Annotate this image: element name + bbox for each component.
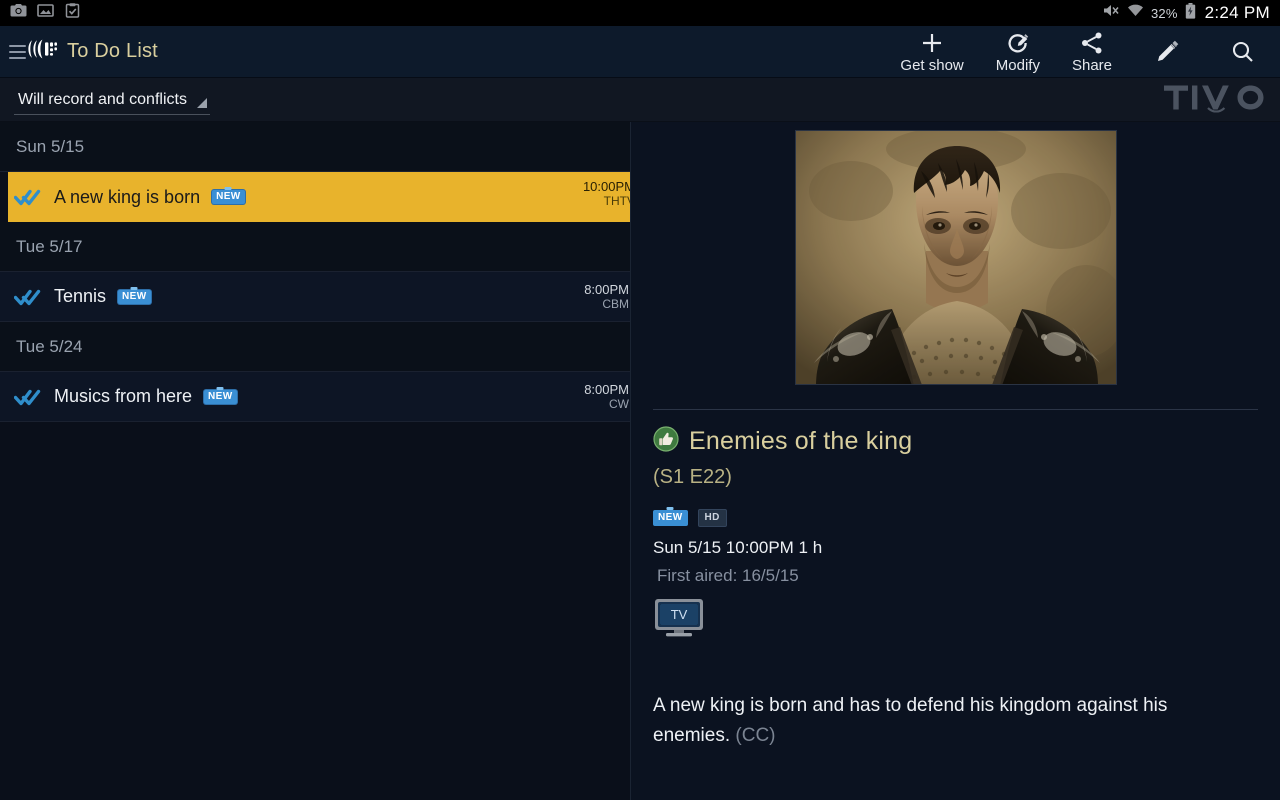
double-check-record-icon <box>14 187 48 207</box>
closed-caption-label: (CC) <box>735 725 776 746</box>
list-item-schedule: 10:00PM THTV <box>583 179 630 209</box>
modify-button[interactable]: Modify <box>980 26 1056 77</box>
image-icon <box>37 3 54 23</box>
app-action-bar: To Do List Get show Modify Share <box>0 26 1280 78</box>
double-check-record-icon <box>14 287 48 307</box>
battery-charging-icon <box>1185 2 1196 24</box>
detail-body: Enemies of the king (S1 E22) NEW HD Sun … <box>631 410 1280 643</box>
list-item[interactable]: Musics from here NEW 8:00PM CW <box>0 372 630 422</box>
plus-icon <box>919 30 945 56</box>
list-item-time: 10:00PM <box>582 179 630 194</box>
tv-monitor-icon[interactable]: TV <box>653 598 1258 643</box>
page-title: To Do List <box>67 40 158 62</box>
list-item-time: 8:00PM <box>584 381 629 397</box>
detail-description: A new king is born and has to defend his… <box>653 691 1213 751</box>
hd-badge: HD <box>697 509 727 527</box>
thumbs-up-icon[interactable] <box>653 426 679 457</box>
tivo-wordmark-logo <box>1164 82 1272 117</box>
filter-dropdown[interactable]: Will record and conflicts <box>14 91 210 115</box>
list-item-title: Tennis <box>54 286 107 306</box>
share-button[interactable]: Share <box>1056 26 1128 77</box>
wifi-icon <box>1127 3 1144 23</box>
svg-text:TV: TV <box>671 607 688 622</box>
list-item-title: Musics from here <box>54 386 193 406</box>
clipboard-check-icon <box>64 3 81 23</box>
list-item-channel: THTV <box>603 194 630 208</box>
hamburger-menu-icon[interactable] <box>6 39 26 65</box>
status-bar-system-icons: 32% 2:24 PM <box>1102 2 1270 24</box>
list-item-title: A new king is born <box>54 186 201 207</box>
warrior-in-black-armor-photo <box>794 130 1117 385</box>
detail-first-aired: First aired: 16/5/15 <box>657 566 799 585</box>
battery-percent-label: 32% <box>1150 5 1178 21</box>
main-content: Sun 5/15 A new king is born NEW 10:00PM … <box>0 122 1280 800</box>
android-status-bar: 32% 2:24 PM <box>0 0 1280 26</box>
action-bar-buttons: Get show Modify Share <box>884 26 1280 77</box>
get-show-label: Get show <box>900 56 964 74</box>
filter-bar: Will record and conflicts <box>0 78 1280 122</box>
detail-show-title: Enemies of the king <box>689 427 913 455</box>
new-badge: NEW <box>204 389 237 404</box>
get-show-button[interactable]: Get show <box>884 26 979 77</box>
share-icon <box>1079 30 1105 56</box>
detail-title-row: Enemies of the king <box>653 426 1258 457</box>
search-icon <box>1230 39 1256 65</box>
new-badge: NEW <box>212 190 245 204</box>
list-date-header: Sun 5/15 <box>0 122 630 172</box>
dropdown-caret-icon <box>196 97 207 108</box>
pencil-icon <box>1152 39 1182 65</box>
modify-record-icon <box>1005 30 1031 56</box>
todo-list-pane[interactable]: Sun 5/15 A new king is born NEW 10:00PM … <box>0 122 631 800</box>
hero-image-container <box>631 122 1280 385</box>
list-item-channel: CW <box>609 396 629 411</box>
list-item-channel: CBM <box>602 296 629 311</box>
list-item-time: 8:00PM <box>584 281 629 297</box>
filter-selected-value: Will record and conflicts <box>18 90 187 108</box>
list-item-schedule: 8:00PM CW <box>584 382 630 412</box>
volume-mute-icon <box>1102 3 1120 23</box>
new-badge: NEW <box>653 510 688 526</box>
show-detail-pane: Enemies of the king (S1 E22) NEW HD Sun … <box>631 122 1280 800</box>
detail-episode-number: (S1 E22) <box>653 466 732 488</box>
modify-label: Modify <box>995 56 1040 74</box>
edit-button[interactable] <box>1128 26 1206 77</box>
new-badge: NEW <box>118 289 151 304</box>
list-date-header: Tue 5/17 <box>0 222 630 272</box>
share-label: Share <box>1071 56 1112 74</box>
detail-description-text: A new king is born and has to defend his… <box>653 695 1168 746</box>
tivo-logo-icon <box>28 38 58 65</box>
status-bar-notification-icons <box>10 3 81 23</box>
detail-badge-row: NEW HD <box>653 509 1258 527</box>
detail-airtime: Sun 5/15 10:00PM 1 h <box>653 538 823 557</box>
list-date-header: Tue 5/24 <box>0 322 630 372</box>
list-item[interactable]: Tennis NEW 8:00PM CBM <box>0 272 630 322</box>
double-check-record-icon <box>14 387 48 407</box>
list-item-schedule: 8:00PM CBM <box>584 282 630 312</box>
list-item[interactable]: A new king is born NEW 10:00PM THTV <box>8 172 630 222</box>
camera-icon <box>10 3 27 23</box>
status-bar-clock: 2:24 PM <box>1204 3 1270 22</box>
search-button[interactable] <box>1206 26 1280 77</box>
